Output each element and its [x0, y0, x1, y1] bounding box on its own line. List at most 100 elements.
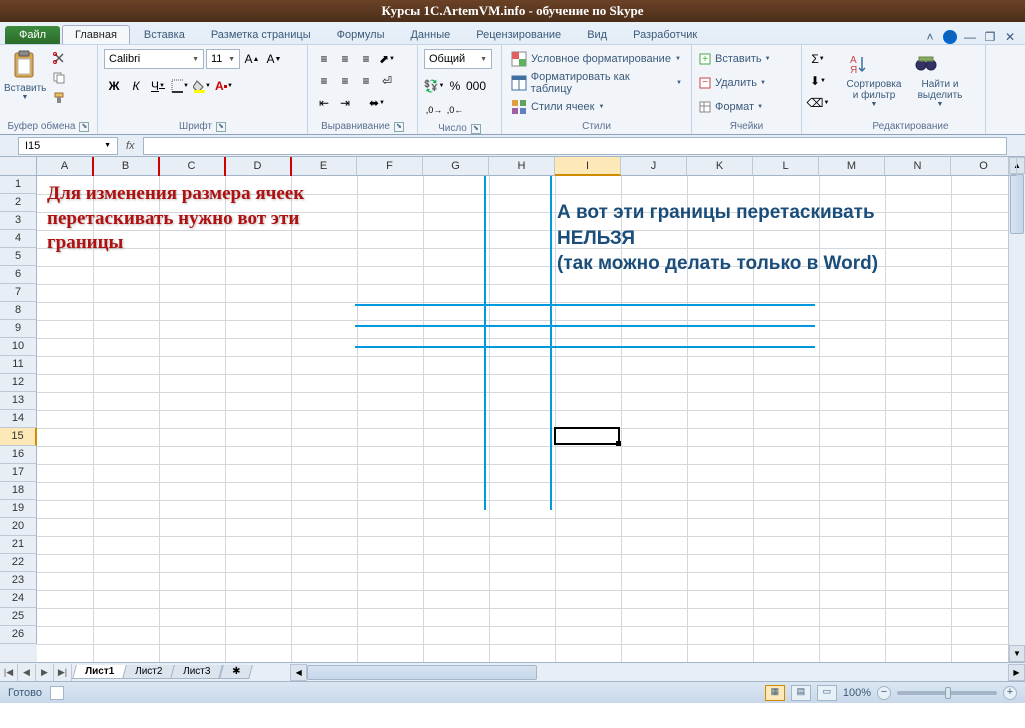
row-header-11[interactable]: 11 [0, 356, 37, 374]
font-name-combo[interactable]: Calibri▼ [104, 49, 204, 69]
tab-formulas[interactable]: Формулы [325, 26, 397, 44]
tab-view[interactable]: Вид [575, 26, 619, 44]
tab-insert[interactable]: Вставка [132, 26, 197, 44]
sheet-tab-3[interactable]: Лист3 [171, 665, 224, 679]
col-header-L[interactable]: L [753, 157, 819, 176]
increase-font-button[interactable]: A▲ [242, 49, 262, 69]
row-header-16[interactable]: 16 [0, 446, 37, 464]
find-select-button[interactable]: Найти и выделить▼ [912, 51, 968, 108]
font-color-button[interactable]: A▼ [214, 76, 234, 96]
row-header-1[interactable]: 1 [0, 176, 37, 194]
row-header-7[interactable]: 7 [0, 284, 37, 302]
normal-view-button[interactable]: ▦ [765, 685, 785, 701]
macro-record-icon[interactable] [50, 686, 64, 700]
scroll-down-button[interactable]: ▼ [1009, 645, 1025, 662]
row-header-14[interactable]: 14 [0, 410, 37, 428]
col-header-J[interactable]: J [621, 157, 687, 176]
row-header-2[interactable]: 2 [0, 194, 37, 212]
align-center-button[interactable]: ≡ [335, 71, 355, 91]
row-header-13[interactable]: 13 [0, 392, 37, 410]
vertical-scrollbar[interactable]: ▲ ▼ [1008, 157, 1025, 662]
tab-review[interactable]: Рецензирование [464, 26, 573, 44]
help-icon[interactable]: ? [943, 30, 957, 44]
sheets-next-button[interactable]: ▶ [36, 664, 54, 681]
copy-button[interactable] [50, 69, 68, 87]
italic-button[interactable]: К [126, 76, 146, 96]
sort-filter-button[interactable]: АЯ Сортировка и фильтр▼ [844, 51, 904, 108]
merge-button[interactable]: ⬌▼ [356, 93, 398, 113]
format-as-table-button[interactable]: Форматировать как таблицу▼ [508, 73, 685, 93]
align-left-button[interactable]: ≡ [314, 71, 334, 91]
close-window-icon[interactable]: ✕ [1003, 30, 1017, 44]
decrease-indent-button[interactable]: ⇤ [314, 93, 334, 113]
cell-styles-button[interactable]: Стили ячеек▼ [508, 97, 607, 117]
row-header-6[interactable]: 6 [0, 266, 37, 284]
formula-input[interactable] [143, 137, 1007, 155]
row-header-17[interactable]: 17 [0, 464, 37, 482]
horizontal-scrollbar[interactable]: ◀ ▶ [290, 664, 1025, 681]
align-right-button[interactable]: ≡ [356, 71, 376, 91]
row-header-22[interactable]: 22 [0, 554, 37, 572]
tab-home[interactable]: Главная [62, 25, 130, 44]
tab-data[interactable]: Данные [398, 26, 462, 44]
zoom-out-button[interactable]: − [877, 686, 891, 700]
row-header-3[interactable]: 3 [0, 212, 37, 230]
col-header-C[interactable]: C [159, 157, 225, 176]
sheets-prev-button[interactable]: ◀ [18, 664, 36, 681]
tab-developer[interactable]: Разработчик [621, 26, 709, 44]
row-header-18[interactable]: 18 [0, 482, 37, 500]
zoom-slider[interactable] [897, 691, 997, 695]
orientation-button[interactable]: ⬈▼ [377, 49, 397, 69]
name-box[interactable]: I15▼ [18, 137, 118, 155]
increase-indent-button[interactable]: ⇥ [335, 93, 355, 113]
sheet-tab-1[interactable]: Лист1 [72, 665, 127, 679]
sheet-tab-2[interactable]: Лист2 [122, 665, 175, 679]
row-header-26[interactable]: 26 [0, 626, 37, 644]
new-sheet-button[interactable]: ✱ [219, 665, 253, 679]
alignment-launcher[interactable]: ⬊ [394, 122, 404, 132]
file-tab[interactable]: Файл [5, 26, 60, 44]
select-all-corner[interactable] [0, 157, 37, 176]
increase-decimal-button[interactable]: ,0→ [424, 100, 444, 120]
minimize-ribbon-icon[interactable]: ˄ [923, 30, 937, 44]
decrease-font-button[interactable]: A▼ [264, 49, 284, 69]
bold-button[interactable]: Ж [104, 76, 124, 96]
col-header-I[interactable]: I [555, 157, 621, 176]
sheets-last-button[interactable]: ▶| [54, 664, 72, 681]
col-header-F[interactable]: F [357, 157, 423, 176]
cut-button[interactable] [50, 49, 68, 67]
zoom-in-button[interactable]: + [1003, 686, 1017, 700]
col-header-M[interactable]: M [819, 157, 885, 176]
align-middle-button[interactable]: ≡ [335, 49, 355, 69]
row-header-9[interactable]: 9 [0, 320, 37, 338]
fill-color-button[interactable]: ▼ [192, 76, 212, 96]
font-size-combo[interactable]: 11▼ [206, 49, 240, 69]
cell-selection[interactable] [554, 427, 620, 445]
fill-button[interactable]: ⬇▼ [808, 71, 828, 91]
accounting-format-button[interactable]: 💱▼ [424, 76, 444, 96]
scroll-left-button[interactable]: ◀ [290, 664, 307, 681]
row-header-20[interactable]: 20 [0, 518, 37, 536]
autosum-button[interactable]: Σ▼ [808, 49, 828, 69]
decrease-decimal-button[interactable]: ,0← [445, 100, 465, 120]
col-header-H[interactable]: H [489, 157, 555, 176]
row-header-23[interactable]: 23 [0, 572, 37, 590]
col-header-O[interactable]: O [951, 157, 1017, 176]
row-header-10[interactable]: 10 [0, 338, 37, 356]
row-header-15[interactable]: 15 [0, 428, 37, 446]
percent-button[interactable]: % [445, 76, 465, 96]
fill-handle[interactable] [616, 441, 621, 446]
vscroll-thumb[interactable] [1010, 174, 1024, 234]
wrap-text-button[interactable]: ⏎ [377, 71, 397, 91]
format-painter-button[interactable] [50, 89, 68, 107]
conditional-formatting-button[interactable]: Условное форматирование▼ [508, 49, 684, 69]
number-format-combo[interactable]: Общий▼ [424, 49, 492, 69]
sheets-first-button[interactable]: |◀ [0, 664, 18, 681]
hscroll-thumb[interactable] [307, 665, 537, 680]
col-header-G[interactable]: G [423, 157, 489, 176]
align-top-button[interactable]: ≡ [314, 49, 334, 69]
col-header-A[interactable]: A [37, 157, 93, 176]
insert-cells-button[interactable]: +Вставить▼ [698, 49, 771, 69]
row-header-25[interactable]: 25 [0, 608, 37, 626]
col-header-E[interactable]: E [291, 157, 357, 176]
